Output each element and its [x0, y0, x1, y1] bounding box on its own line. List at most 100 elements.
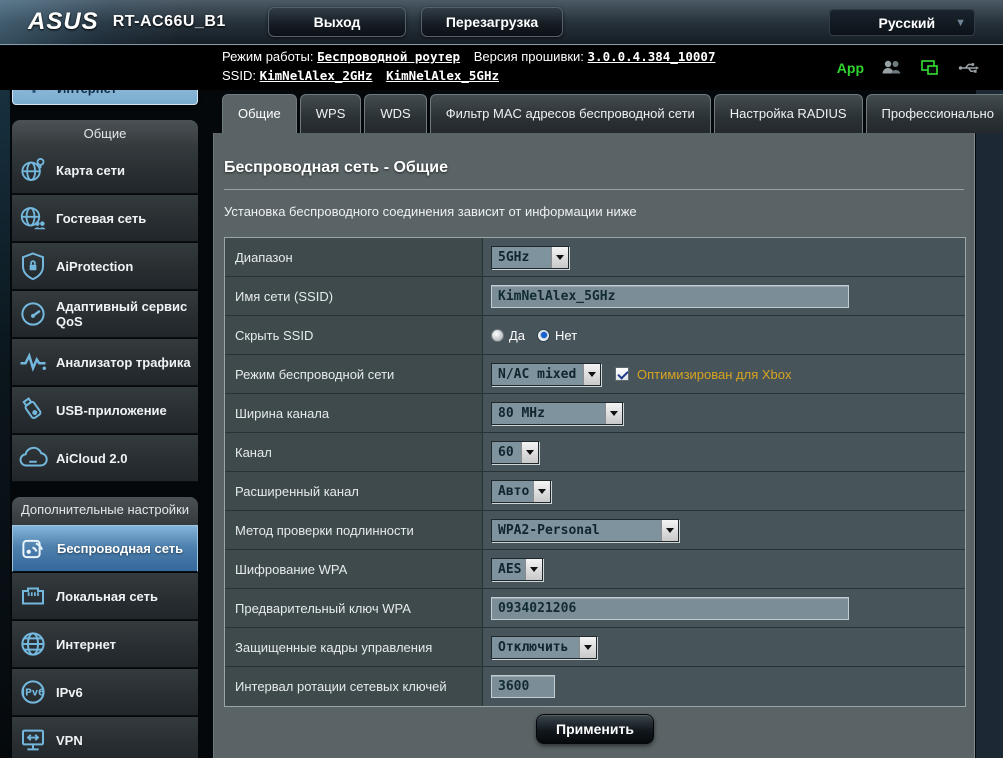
row-extension-channel: Расширенный канал Авто [225, 472, 965, 511]
channel-bandwidth-label: Ширина канала [235, 406, 329, 421]
channel-select[interactable]: 60 [491, 441, 539, 464]
tab-wds[interactable]: WDS [364, 94, 426, 133]
sidebar-item-traffic-analyzer[interactable]: Анализатор трафика [12, 339, 198, 386]
xbox-optimized-checkbox[interactable] [615, 367, 629, 381]
content-panel: Беспроводная сеть - Общие Установка бесп… [213, 133, 975, 758]
status-info-bar: Режим работы: Беспроводной роутер Версия… [0, 46, 1003, 90]
extension-channel-label: Расширенный канал [235, 484, 359, 499]
wireless-mode-label: Режим беспроводной сети [235, 367, 394, 382]
sidebar-item-network-map[interactable]: Карта сети [12, 147, 198, 194]
row-protected-frames: Защищенные кадры управления Отключить [225, 628, 965, 667]
tab-wps[interactable]: WPS [300, 94, 362, 133]
select-arrow-icon [661, 520, 678, 541]
operation-mode-link[interactable]: Беспроводной роутер [317, 49, 460, 64]
row-key-rotation: Интервал ротации сетевых ключей [225, 667, 965, 706]
wpa-key-label: Предварительный ключ WPA [235, 601, 411, 616]
language-value: Русский [879, 15, 936, 31]
ssid-input[interactable] [491, 285, 849, 308]
sidebar-item-guest-network[interactable]: Гостевая сеть [12, 195, 198, 242]
wireless-tabs: Общие WPS WDS Фильтр MAC адресов беспров… [222, 94, 1003, 133]
select-arrow-icon [579, 637, 596, 658]
svg-text:IPv6: IPv6 [22, 688, 45, 699]
ssid-2ghz-link[interactable]: KimNelAlex_2GHz [260, 68, 373, 83]
select-arrow-icon [605, 403, 622, 424]
extension-channel-select[interactable]: Авто [491, 480, 551, 503]
lan-icon [18, 581, 48, 611]
apply-button[interactable]: Применить [536, 714, 654, 744]
ssid-field-label: Имя сети (SSID) [235, 289, 333, 304]
hide-ssid-yes-label: Да [509, 328, 525, 343]
hide-ssid-yes-radio[interactable] [491, 329, 504, 342]
sidebar-item-vpn[interactable]: VPN [12, 717, 198, 758]
sidebar-section-advanced: Дополнительные настройки [12, 497, 198, 525]
wireless-mode-select[interactable]: N/AC mixed [491, 363, 601, 386]
aiprotection-icon [18, 251, 48, 281]
key-rotation-input[interactable] [491, 675, 555, 698]
row-wpa-key: Предварительный ключ WPA [225, 589, 965, 628]
usb-app-icon [18, 395, 48, 425]
channel-bandwidth-select[interactable]: 80 MHz [491, 402, 623, 425]
row-wireless-mode: Режим беспроводной сети N/AC mixed Оптим… [225, 355, 965, 394]
top-header-bar: ASUS RT-AC66U_B1 Выход Перезагрузка Русс… [0, 0, 1003, 45]
select-arrow-icon [521, 442, 538, 463]
auth-method-select[interactable]: WPA2-Personal [491, 519, 679, 542]
traffic-analyzer-icon [18, 347, 48, 377]
status-icons: App [837, 46, 981, 90]
vpn-icon [18, 725, 48, 755]
title-divider [224, 189, 964, 190]
sidebar-item-aiprotection[interactable]: AiProtection [12, 243, 198, 290]
sidebar-item-adaptive-qos[interactable]: Адаптивный сервис QoS [12, 291, 198, 338]
select-arrow-icon [551, 247, 568, 268]
asus-logo: ASUS [28, 8, 99, 36]
sidebar-item-internet[interactable]: Интернет [12, 621, 198, 668]
key-rotation-label: Интервал ротации сетевых ключей [235, 679, 447, 694]
band-label: Диапазон [235, 250, 293, 265]
sidebar-item-ipv6[interactable]: IPv6 IPv6 [12, 669, 198, 716]
tab-professional[interactable]: Профессионально [866, 94, 1003, 133]
qos-icon [18, 299, 48, 329]
row-wpa-encryption: Шифрование WPA AES [225, 550, 965, 589]
reboot-button[interactable]: Перезагрузка [421, 7, 563, 37]
page-title: Беспроводная сеть - Общие [224, 159, 964, 177]
language-dropdown[interactable]: Русский ▼ [829, 9, 975, 36]
wpa-encryption-select[interactable]: AES [491, 558, 543, 581]
usb-icon[interactable] [957, 56, 981, 80]
router-model: RT-AC66U_B1 [113, 13, 226, 31]
tab-general[interactable]: Общие [222, 94, 297, 133]
sidebar-item-wireless[interactable]: Беспроводная сеть [12, 525, 198, 572]
sidebar-item-aicloud[interactable]: AiCloud 2.0 [12, 435, 198, 482]
guest-network-icon [18, 203, 48, 233]
hide-ssid-no-label: Нет [555, 328, 577, 343]
clients-icon[interactable] [879, 56, 903, 80]
network-map-icon [18, 155, 48, 185]
app-link[interactable]: App [837, 60, 864, 76]
aicloud-icon [18, 443, 48, 473]
hide-ssid-label: Скрыть SSID [235, 328, 313, 343]
ssid-5ghz-link[interactable]: KimNelAlex_5GHz [386, 68, 499, 83]
sidebar-item-lan[interactable]: Локальная сеть [12, 573, 198, 620]
wpa-key-input[interactable] [491, 597, 849, 620]
protected-frames-select[interactable]: Отключить [491, 636, 597, 659]
hide-ssid-no-radio[interactable] [537, 329, 550, 342]
tab-mac-filter[interactable]: Фильтр MAC адресов беспроводной сети [430, 94, 711, 133]
logout-button[interactable]: Выход [268, 7, 406, 37]
wpa-encryption-label: Шифрование WPA [235, 562, 347, 577]
select-arrow-icon [583, 364, 600, 385]
right-edge-strip [976, 90, 1003, 758]
left-edge-strip [0, 90, 10, 758]
select-arrow-icon [525, 559, 542, 580]
devices-icon[interactable] [918, 56, 942, 80]
firmware-label: Версия прошивки: [474, 49, 584, 64]
router-admin-page: ASUS RT-AC66U_B1 Выход Перезагрузка Русс… [0, 0, 1003, 758]
firmware-version-link[interactable]: 3.0.0.4.384_10007 [588, 49, 716, 64]
row-ssid: Имя сети (SSID) [225, 277, 965, 316]
select-arrow-icon [533, 481, 550, 502]
row-band: Диапазон 5GHz [225, 238, 965, 277]
row-auth-method: Метод проверки подлинности WPA2-Personal [225, 511, 965, 550]
tab-radius[interactable]: Настройка RADIUS [714, 94, 863, 133]
auth-method-label: Метод проверки подлинности [235, 523, 414, 538]
band-select[interactable]: 5GHz [491, 246, 569, 269]
apply-row: Применить [214, 714, 976, 744]
sidebar-item-usb-application[interactable]: USB-приложение [12, 387, 198, 434]
ssid-label: SSID: [222, 68, 256, 83]
